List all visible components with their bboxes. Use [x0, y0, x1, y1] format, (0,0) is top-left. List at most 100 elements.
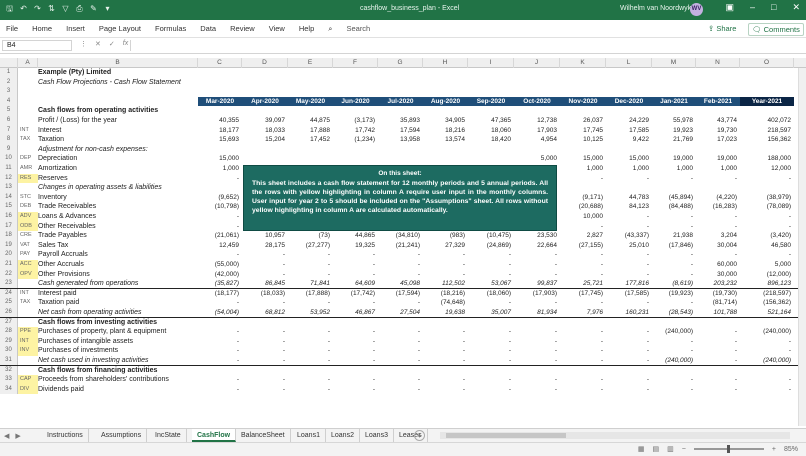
cell-value[interactable]: (78,089): [740, 202, 794, 212]
cell-value[interactable]: 43,774: [696, 116, 740, 126]
cell-value[interactable]: (42,000): [198, 270, 242, 280]
column-header-g[interactable]: G: [378, 58, 423, 68]
cell-code[interactable]: ADV: [18, 212, 38, 222]
cell-value[interactable]: 177,816: [606, 279, 652, 288]
cell-value[interactable]: -: [288, 346, 333, 356]
cell-value[interactable]: 5,000: [514, 154, 560, 164]
cell-value[interactable]: -: [468, 337, 514, 347]
insert-function-icon[interactable]: fx: [123, 40, 128, 48]
avatar[interactable]: WV: [690, 3, 703, 16]
cell-value[interactable]: (17,745): [560, 289, 606, 299]
tab-file[interactable]: File: [6, 24, 18, 34]
cell-code[interactable]: INV: [18, 346, 38, 356]
cell-value[interactable]: -: [696, 385, 740, 395]
cell-label[interactable]: Cash flows from financing activities: [38, 366, 198, 376]
cell-code[interactable]: INT: [18, 289, 38, 299]
cell-value[interactable]: 7,976: [560, 308, 606, 317]
cell-value[interactable]: (81,714): [696, 298, 740, 308]
cell-value[interactable]: -: [652, 250, 696, 260]
cell-value[interactable]: -: [468, 260, 514, 270]
column-header-m[interactable]: M: [652, 58, 696, 68]
cell-value[interactable]: -: [696, 174, 740, 184]
cell-value[interactable]: 1,000: [198, 164, 242, 174]
column-header-n[interactable]: N: [696, 58, 740, 68]
cell-value[interactable]: (3,173): [333, 116, 378, 126]
cell-code[interactable]: [18, 356, 38, 365]
cell-value[interactable]: (9,171): [560, 193, 606, 203]
cell-value[interactable]: 13,958: [378, 135, 423, 145]
cell-value[interactable]: 45,098: [378, 279, 423, 288]
cell-value[interactable]: Apr-2020: [242, 96, 288, 107]
undo-icon[interactable]: ↶: [18, 3, 29, 15]
cell-label[interactable]: Interest paid: [38, 289, 198, 299]
cell-value[interactable]: -: [606, 260, 652, 270]
redo-icon[interactable]: ↷: [32, 3, 43, 15]
cell-value[interactable]: 46,580: [740, 241, 794, 251]
cell-label[interactable]: Loans & Advances: [38, 212, 198, 222]
cell-value[interactable]: -: [288, 260, 333, 270]
save-icon[interactable]: 🖫: [4, 3, 15, 15]
row-number[interactable]: 32: [0, 365, 18, 376]
cell-code[interactable]: OPV: [18, 269, 38, 280]
sheet-tab-loans2[interactable]: Loans2: [326, 429, 360, 442]
cell-value[interactable]: -: [560, 270, 606, 280]
page-layout-view-icon[interactable]: ▤: [653, 445, 660, 453]
cell-value[interactable]: -: [740, 385, 794, 395]
user-name[interactable]: Wilhelm van Noordwyk: [620, 5, 691, 12]
cell-value[interactable]: (27,277): [288, 241, 333, 251]
row-number[interactable]: 14: [0, 192, 18, 203]
cell-code[interactable]: [18, 308, 38, 317]
filter-icon[interactable]: ▽: [60, 3, 71, 15]
cell-value[interactable]: Jul-2020: [378, 96, 423, 107]
cell-value[interactable]: 12,000: [740, 164, 794, 174]
cell-value[interactable]: 112,502: [423, 279, 468, 288]
cell-value[interactable]: -: [652, 375, 696, 385]
cell-value[interactable]: -: [696, 212, 740, 222]
cell-value[interactable]: -: [740, 337, 794, 347]
cell-value[interactable]: 34,905: [423, 116, 468, 126]
cell-label[interactable]: Adjustment for non-cash expenses:: [38, 145, 198, 155]
search-icon[interactable]: ⌕: [328, 24, 332, 34]
row-number[interactable]: 30: [0, 346, 18, 356]
cell-value[interactable]: -: [514, 346, 560, 356]
cell-value[interactable]: -: [606, 298, 652, 308]
cell-value[interactable]: (20,688): [560, 202, 606, 212]
cell-value[interactable]: 203,232: [696, 279, 740, 288]
cell-value[interactable]: Mar-2020: [198, 96, 242, 107]
cell-value[interactable]: -: [740, 375, 794, 385]
cell-value[interactable]: 44,875: [288, 116, 333, 126]
cell-value[interactable]: 30,004: [696, 241, 740, 251]
row-number[interactable]: 4: [0, 96, 18, 107]
cell-value[interactable]: 44,783: [606, 193, 652, 203]
zoom-out-icon[interactable]: −: [682, 446, 686, 453]
cell-code[interactable]: AMR: [18, 164, 38, 174]
cell-value[interactable]: -: [288, 375, 333, 385]
cell-value[interactable]: [423, 154, 468, 164]
cell-value[interactable]: 18,216: [423, 126, 468, 136]
cell-value[interactable]: 2,827: [560, 231, 606, 241]
cell-value[interactable]: -: [333, 298, 378, 308]
cell-value[interactable]: (17,846): [652, 241, 696, 251]
cell-code[interactable]: DEB: [18, 202, 38, 212]
cell-label[interactable]: Other Provisions: [38, 270, 198, 280]
cell-value[interactable]: 64,609: [333, 279, 378, 288]
cell-label[interactable]: Taxation: [38, 135, 198, 145]
cell-value[interactable]: 19,730: [696, 126, 740, 136]
row-number[interactable]: 26: [0, 308, 18, 317]
sheet-tab-instructions[interactable]: Instructions: [42, 429, 89, 442]
cell-value[interactable]: -: [606, 346, 652, 356]
cell-label[interactable]: Trade Payables: [38, 231, 198, 241]
cell-label[interactable]: Cash Flow Projections - Cash Flow Statem…: [38, 78, 198, 88]
cell-value[interactable]: 10,000: [560, 212, 606, 222]
zoom-level[interactable]: 85%: [784, 446, 798, 453]
cell-code[interactable]: [18, 116, 38, 126]
cell-value[interactable]: 39,097: [242, 116, 288, 126]
cell-value[interactable]: (24,869): [468, 241, 514, 251]
cell-value[interactable]: (10,798): [198, 202, 242, 212]
cell-code[interactable]: DIV: [18, 384, 38, 395]
cell-code[interactable]: RES: [18, 173, 38, 184]
cell-value[interactable]: 25,721: [560, 279, 606, 288]
cell-value[interactable]: -: [740, 174, 794, 184]
cell-value[interactable]: 15,204: [242, 135, 288, 145]
enter-icon[interactable]: ✓: [109, 40, 115, 48]
